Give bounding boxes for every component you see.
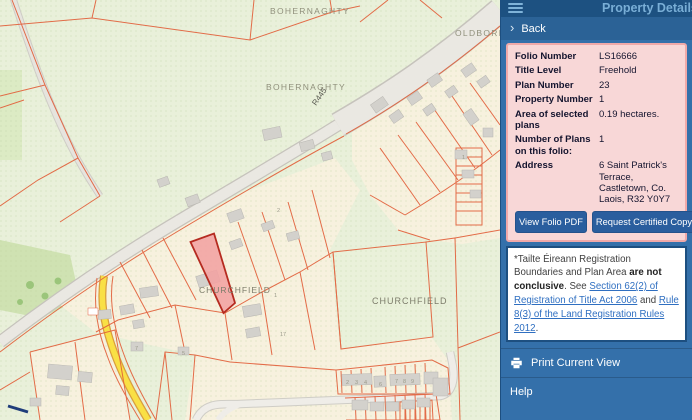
- house-number: 2: [346, 380, 349, 386]
- property-info-box: Folio Number LS16666 Title Level Freehol…: [506, 43, 687, 242]
- townland-label: OLDBORRIS: [455, 28, 500, 38]
- print-current-view[interactable]: Print Current View: [501, 348, 692, 377]
- field-row: Area of selected plans 0.19 hectares.: [515, 109, 678, 132]
- disclaimer-text: . See: [564, 281, 589, 292]
- action-buttons: View Folio PDF Request Certified Copy: [515, 211, 678, 233]
- back-label: Back: [521, 23, 545, 35]
- disclaimer-text: *Tailte Éireann Registration Boundaries …: [514, 254, 631, 279]
- field-label: Title Level: [515, 65, 595, 76]
- field-row: Number of Plans on this folio: 1: [515, 134, 678, 157]
- printer-icon: [510, 357, 523, 369]
- back-button[interactable]: › Back: [501, 17, 692, 40]
- churchfield-label: CHURCHFIELD: [199, 285, 271, 295]
- app-window: BOHERNAGHTY BOHERNAGHTY OLDBORRIS R445 C…: [0, 0, 692, 420]
- disclaimer-text: .: [536, 323, 539, 334]
- field-row: Property Number 1: [515, 94, 678, 105]
- chevron-right-icon: ›: [510, 21, 514, 34]
- panel-titlebar: Property Details: [501, 0, 692, 17]
- panel-title: Property Details: [602, 1, 692, 15]
- field-label: Number of Plans on this folio:: [515, 134, 595, 157]
- disclaimer-box: *Tailte Éireann Registration Boundaries …: [506, 246, 687, 343]
- help-menu-item[interactable]: Help: [501, 377, 692, 406]
- field-value: LS16666: [599, 51, 678, 62]
- field-row: Folio Number LS16666: [515, 51, 678, 62]
- house-number: 7: [395, 379, 398, 385]
- field-label: Folio Number: [515, 51, 595, 62]
- house-number: 6: [379, 382, 382, 388]
- house-number: 1: [274, 293, 277, 299]
- disclaimer-text: and: [637, 295, 659, 306]
- field-row: Title Level Freehold: [515, 65, 678, 76]
- field-label: Area of selected plans: [515, 109, 595, 132]
- map-canvas[interactable]: BOHERNAGHTY BOHERNAGHTY OLDBORRIS R445 C…: [0, 0, 500, 420]
- field-row: Plan Number 23: [515, 80, 678, 91]
- field-value: 6 Saint Patrick's Terrace, Castletown, C…: [599, 160, 678, 206]
- townland-label: BOHERNAGHTY: [266, 82, 346, 92]
- view-folio-pdf-button[interactable]: View Folio PDF: [515, 211, 587, 233]
- field-value: 0.19 hectares.: [599, 109, 678, 132]
- menu-icon[interactable]: [508, 3, 523, 15]
- house-number: 2: [277, 208, 280, 214]
- house-number: 3: [355, 380, 358, 386]
- field-row: Address 6 Saint Patrick's Terrace, Castl…: [515, 160, 678, 206]
- field-value: 23: [599, 80, 678, 91]
- print-label: Print Current View: [531, 357, 620, 369]
- field-label: Plan Number: [515, 80, 595, 91]
- churchfield-label: CHURCHFIELD: [372, 296, 448, 306]
- field-value: 1: [599, 134, 678, 157]
- house-number: 1: [462, 155, 465, 161]
- property-details-panel: Property Details › Back Folio Number LS1…: [500, 0, 692, 420]
- field-label: Property Number: [515, 94, 595, 105]
- field-value: 1: [599, 94, 678, 105]
- townland-label: BOHERNAGHTY: [270, 6, 350, 16]
- map-svg: BOHERNAGHTY BOHERNAGHTY OLDBORRIS R445 C…: [0, 0, 500, 420]
- request-certified-copy-button[interactable]: Request Certified Copy: [592, 211, 692, 233]
- house-number: 7: [135, 346, 138, 352]
- field-value: Freehold: [599, 65, 678, 76]
- house-number: 5: [182, 351, 185, 357]
- house-number: 9: [411, 379, 414, 385]
- house-number: 8: [403, 379, 406, 385]
- field-label: Address: [515, 160, 595, 206]
- help-label: Help: [510, 386, 533, 398]
- house-number: 17: [280, 332, 286, 338]
- house-number: 4: [364, 380, 367, 386]
